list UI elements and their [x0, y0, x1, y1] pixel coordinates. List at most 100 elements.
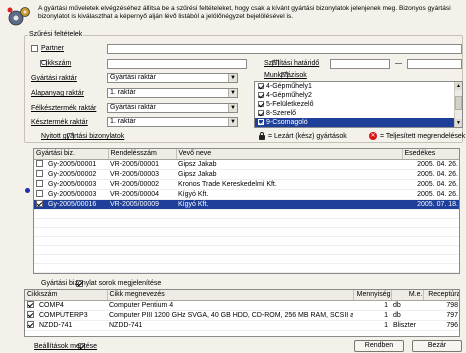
munkafazis-checkbox[interactable]: [258, 83, 264, 90]
munkafazis-checkbox[interactable]: [258, 110, 264, 117]
row-marker-icon: [25, 188, 30, 193]
row-checkbox[interactable]: [27, 321, 34, 329]
table-row[interactable]: Gy-2005/00001 VR-2005/00001 Gipsz Jakab 200…: [34, 159, 459, 170]
unit: db: [391, 300, 423, 311]
orders-grid[interactable]: Gyártási biz. Rendelésszám Vevő neve Esedék…: [33, 148, 460, 274]
table-row[interactable]: NZDD-741 NZDD-741 1 Bliszter 796: [25, 320, 459, 331]
gyartasi-raktar-select[interactable]: Gyártási raktár ▼: [107, 73, 238, 83]
munkafazis-list[interactable]: 4-Gépműhely1 4-Gépműhely2 5-Felületkezelő 8…: [254, 81, 463, 128]
felkesztermek-raktar-select[interactable]: Gyártási raktár ▼: [107, 103, 238, 113]
munkafazisok-label: Munkafázisok: [264, 72, 307, 79]
recipe: 798: [423, 300, 459, 311]
scroll-up-icon[interactable]: ▲: [455, 82, 462, 90]
column-header[interactable]: Vevő neve: [176, 149, 403, 160]
order-id-cell: Gy-2005/00002: [34, 169, 108, 180]
red-x-icon: ✕: [369, 132, 377, 140]
munkafazis-checkbox[interactable]: [258, 92, 264, 99]
column-header[interactable]: Receptúra: [423, 290, 459, 301]
alapanyag-raktar-select[interactable]: 1. raktár ▼: [107, 88, 238, 98]
table-row[interactable]: Gy-2005/00002 VR-2005/00003 Gipsz Jakab 200…: [34, 169, 459, 180]
row-checkbox[interactable]: [36, 180, 43, 188]
munkafazis-item[interactable]: 9-Csomagoló: [255, 118, 462, 127]
table-row[interactable]: Gy-2005/00003 VR-2005/00002 Kronos Trade K…: [34, 179, 459, 190]
order-id: Gy-2005/00016: [48, 200, 97, 208]
row-checkbox[interactable]: [36, 160, 43, 168]
partner-label: Partner: [41, 45, 64, 52]
munkafazis-checkbox[interactable]: [258, 119, 264, 126]
column-header[interactable]: Esedékes: [402, 149, 459, 160]
unit: Bliszter: [391, 320, 423, 331]
quantity: 1: [353, 310, 391, 321]
close-button[interactable]: Bezár: [412, 340, 462, 352]
order-id: Gy-2005/00003: [48, 190, 97, 198]
chevron-down-icon[interactable]: ▼: [228, 74, 237, 82]
production-gears-icon: [6, 6, 32, 28]
order-number: VR-2005/00009: [108, 199, 176, 210]
scroll-down-icon[interactable]: ▼: [455, 119, 462, 127]
order-id: Gy-2005/00003: [48, 180, 97, 188]
row-checkbox[interactable]: [36, 200, 43, 208]
save-settings-label: Beállítások mentése: [34, 343, 98, 350]
column-header[interactable]: Cikk megnevezés: [107, 290, 354, 301]
column-header[interactable]: Mennyiség: [353, 290, 392, 301]
table-row[interactable]: COMP4 Computer Pentium 4 1 db 798: [25, 300, 459, 311]
order-id-cell: Gy-2005/00003: [34, 189, 108, 200]
munkafazis-item[interactable]: 4-Gépműhely2: [255, 91, 462, 100]
munkafazis-item[interactable]: 4-Gépműhely1: [255, 82, 462, 91]
column-header[interactable]: Cikkszám: [25, 290, 108, 301]
table-row[interactable]: COMPUTERP3 Computer PIII 1200 GHz SVGA, 4…: [25, 310, 459, 321]
empty-row: [34, 254, 459, 264]
partner-input[interactable]: [107, 44, 462, 54]
scroll-thumb[interactable]: [455, 96, 462, 110]
due-date: 2005. 04. 26.: [402, 189, 459, 200]
partner-checkbox[interactable]: [31, 45, 38, 52]
chevron-down-icon[interactable]: ▼: [228, 118, 237, 126]
column-header[interactable]: M.e.: [391, 290, 424, 301]
munkafazis-checkbox[interactable]: [258, 101, 264, 108]
item-name: Computer Pentium 4: [107, 300, 353, 311]
row-checkbox[interactable]: [27, 311, 34, 319]
munkafazis-item[interactable]: 5-Felületkezelő: [255, 100, 462, 109]
column-header[interactable]: Rendelésszám: [108, 149, 177, 160]
customer-name: Kígyó Kft.: [176, 189, 402, 200]
customer-name: Kronos Trade Kereskedelmi Kft.: [176, 179, 402, 190]
sku-cell: COMPUTERP3: [25, 310, 107, 321]
nyitott-label: Nyitott gyártási bizonylatok: [41, 133, 125, 140]
chevron-down-icon[interactable]: ▼: [228, 104, 237, 112]
gyartasi-raktar-value: Gyártási raktár: [110, 74, 156, 81]
customer-name: Kígyó Kft.: [176, 199, 402, 210]
munkafazis-item[interactable]: 8-Szerelő: [255, 109, 462, 118]
date-range-dash: —: [395, 60, 402, 67]
empty-row: [34, 245, 459, 255]
recipe: 797: [423, 310, 459, 321]
szallitasi-hatarido-to[interactable]: [407, 59, 462, 69]
kesztermek-raktar-select[interactable]: 1. raktár ▼: [107, 117, 238, 127]
items-toggle-label: Gyártási bizonylat sorok megjelenítése: [41, 280, 162, 287]
munkafazis-label: 9-Csomagoló: [266, 119, 308, 126]
column-header[interactable]: Gyártási biz.: [34, 149, 109, 160]
due-date: 2005. 04. 26.: [402, 169, 459, 180]
customer-name: Gipsz Jakab: [176, 159, 402, 170]
munkafazis-label: 4-Gépműhely2: [266, 92, 312, 99]
order-id-cell: Gy-2005/00001: [34, 159, 108, 170]
chevron-down-icon[interactable]: ▼: [228, 89, 237, 97]
ok-button[interactable]: Rendben: [354, 340, 404, 352]
munkafazis-label: 4-Gépműhely1: [266, 83, 312, 90]
cikkszam-input[interactable]: [107, 59, 247, 69]
gyartasi-raktar-label: Gyártási raktár: [31, 75, 77, 82]
legend-closed: = Lezárt (kész) gyártások: [268, 133, 347, 140]
filter-group-title: Szűrési feltételek: [28, 31, 84, 39]
row-checkbox[interactable]: [27, 301, 34, 309]
row-checkbox[interactable]: [36, 190, 43, 198]
order-id-cell: Gy-2005/00016: [34, 199, 108, 210]
munkafazis-label: 5-Felületkezelő: [266, 101, 314, 108]
table-row[interactable]: Gy-2005/00003 VR-2005/00004 Kígyó Kft. 2005…: [34, 189, 459, 200]
item-name: Computer PIII 1200 GHz SVGA, 40 GB HDD, …: [107, 310, 353, 321]
list-scrollbar[interactable]: ▲ ▼: [454, 82, 462, 127]
table-row[interactable]: Gy-2005/00016 VR-2005/00009 Kígyó Kft. 2005…: [34, 199, 459, 210]
row-checkbox[interactable]: [36, 170, 43, 178]
empty-row: [34, 218, 459, 228]
szallitasi-hatarido-from[interactable]: [330, 59, 390, 69]
kesztermek-raktar-value: 1. raktár: [110, 118, 136, 125]
items-grid[interactable]: Cikkszám Cikk megnevezés Mennyiség M.e. Rece…: [24, 289, 460, 337]
